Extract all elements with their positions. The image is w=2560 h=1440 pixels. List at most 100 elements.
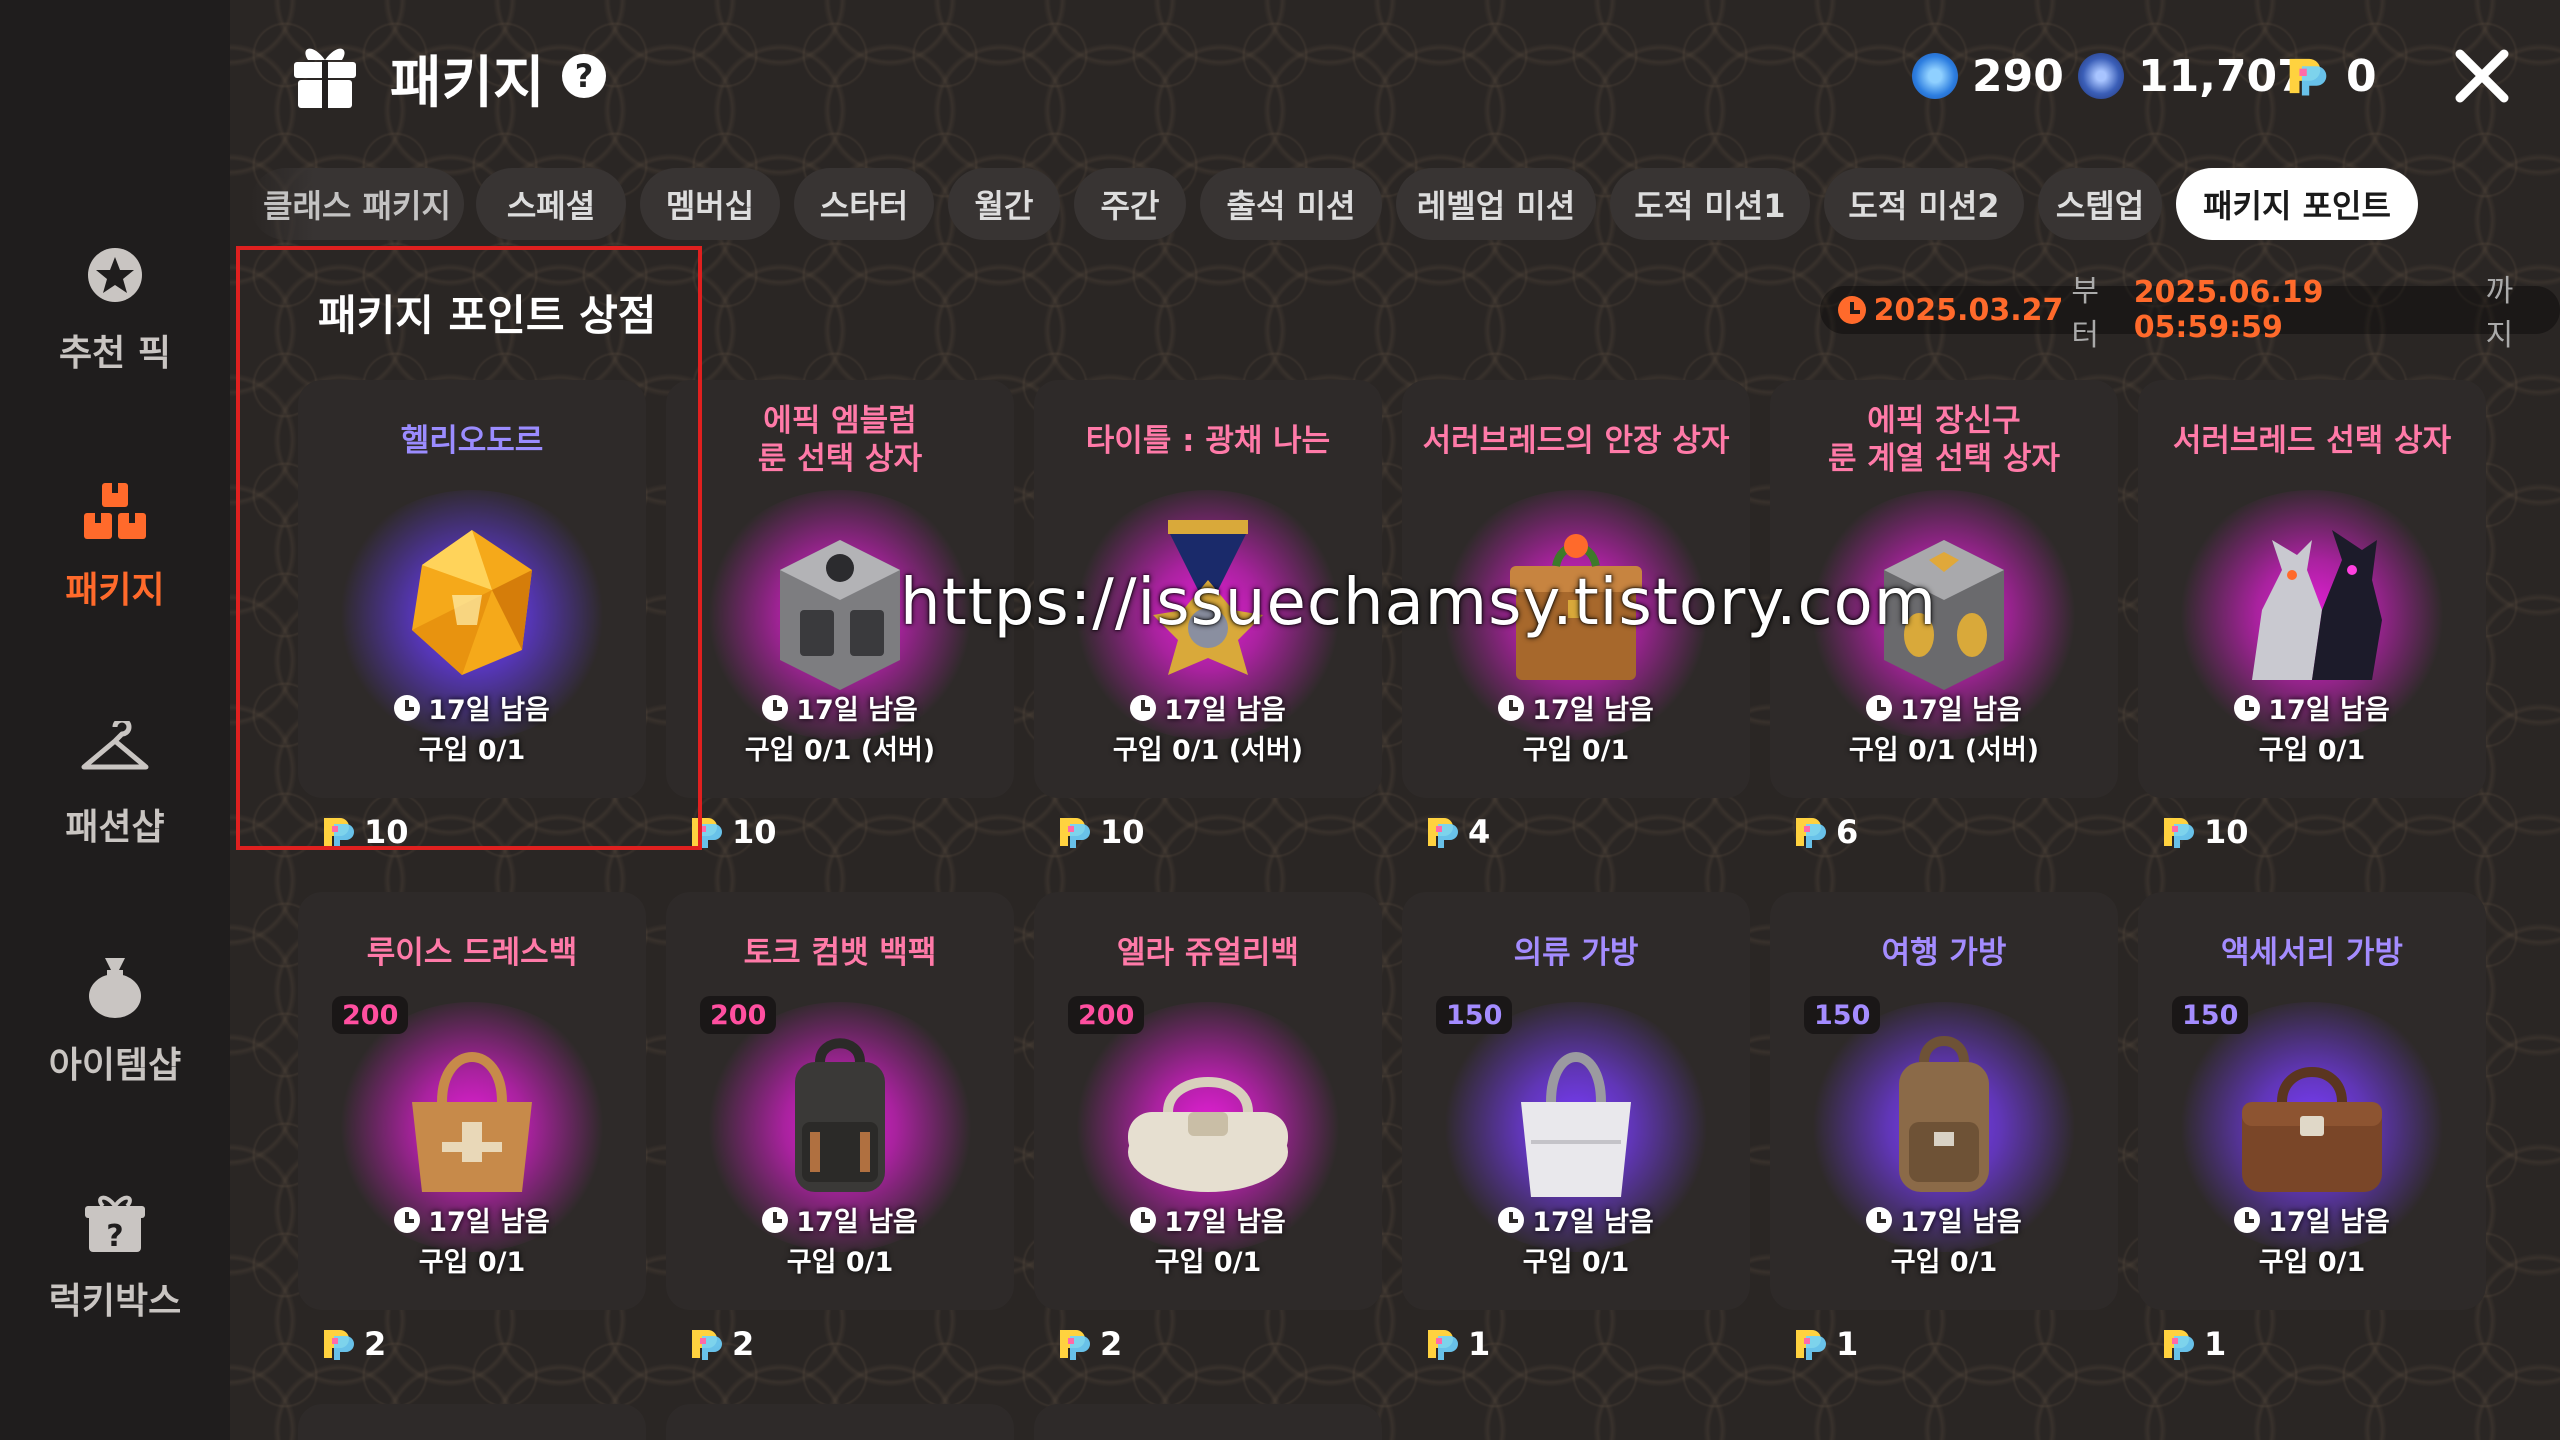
time-remaining-label: 17일 남음 xyxy=(1164,695,1286,726)
purchase-limit: 구입 0/1 xyxy=(1890,1247,1998,1278)
package-point-amount: 0 xyxy=(2346,50,2377,102)
price-value: 10 xyxy=(1100,813,1145,851)
page-title: 패키지 xyxy=(390,51,545,116)
product-card-partial[interactable] xyxy=(1034,1404,1382,1440)
price-value: 1 xyxy=(2204,1325,2227,1363)
product-card-partial[interactable] xyxy=(666,1404,1014,1440)
time-remaining: 17일 남음 xyxy=(1402,688,1750,727)
product-card-partial[interactable] xyxy=(298,1404,646,1440)
tab-thief-mission-1[interactable]: 도적 미션1 xyxy=(1610,168,1810,240)
product-name: 토크 컴뱃 백팩 xyxy=(743,935,937,971)
tab-stepup[interactable]: 스텝업 xyxy=(2038,168,2162,240)
sidebar-item-label: 아이템샵 xyxy=(48,1045,182,1086)
clock-icon xyxy=(1498,694,1525,721)
period-start: 2025.03.27 xyxy=(1873,292,2064,328)
product-price: 2 xyxy=(320,1324,386,1364)
sidebar-item-label: 럭키박스 xyxy=(48,1281,182,1322)
sidebar-item-label: 패션샵 xyxy=(65,807,165,848)
sidebar-item-lucky-box[interactable]: ? 럭키박스 xyxy=(0,1166,230,1346)
package-point-icon xyxy=(1056,814,1094,850)
time-remaining-label: 17일 남음 xyxy=(2268,695,2390,726)
bag-capacity-badge: 150 xyxy=(1436,996,1513,1034)
tab-monthly[interactable]: 월간 xyxy=(948,168,1060,240)
tab-class-package[interactable]: 클래스 패키지 xyxy=(250,168,464,240)
purchase-limit: 구입 0/1 (서버) xyxy=(744,735,936,766)
tab-starter[interactable]: 스타터 xyxy=(794,168,934,240)
clock-icon xyxy=(762,1206,789,1233)
tote-bag-icon xyxy=(1476,1012,1676,1212)
handbag-icon xyxy=(372,1012,572,1212)
product-card[interactable]: 루이스 드레스백 200 17일 남음 구입 0/1 xyxy=(298,892,646,1310)
time-remaining-label: 17일 남음 xyxy=(1532,1207,1654,1238)
price-value: 2 xyxy=(364,1325,387,1363)
tab-levelup-mission[interactable]: 레벨업 미션 xyxy=(1396,168,1596,240)
time-remaining: 17일 남음 xyxy=(1402,1200,1750,1239)
product-name: 엘라 쥬얼리백 xyxy=(1117,935,1299,971)
bag-capacity-badge: 200 xyxy=(332,996,409,1034)
package-point-icon xyxy=(688,1326,726,1362)
tab-special[interactable]: 스페셜 xyxy=(476,168,626,240)
product-price: 2 xyxy=(688,1324,754,1364)
purchase-limit: 구입 0/1 xyxy=(1522,735,1630,766)
product-price: 1 xyxy=(1792,1324,1858,1364)
purchase-limit: 구입 0/1 xyxy=(786,1247,894,1278)
package-point-icon xyxy=(1424,1326,1462,1362)
sidebar-item-package[interactable]: 패키지 xyxy=(0,455,230,635)
time-remaining: 17일 남음 xyxy=(1770,1200,2118,1239)
bag-capacity-badge: 200 xyxy=(1068,996,1145,1034)
time-remaining: 17일 남음 xyxy=(298,1200,646,1239)
gift-icon xyxy=(292,40,358,110)
sidebar-item-fashion-shop[interactable]: 패션샵 xyxy=(0,692,230,872)
tab-weekly[interactable]: 주간 xyxy=(1074,168,1186,240)
tab-package-point[interactable]: 패키지 포인트 xyxy=(2176,168,2418,240)
product-card[interactable]: 액세서리 가방 150 17일 남음 구입 0/1 xyxy=(2138,892,2486,1310)
backpack-icon xyxy=(740,1012,940,1212)
period-mid: 부터 xyxy=(2071,274,2099,353)
product-card[interactable]: 엘라 쥬얼리백 200 17일 남음 구입 0/1 xyxy=(1034,892,1382,1310)
sidebar-item-recommended[interactable]: 추천 픽 xyxy=(0,218,230,398)
product-price: 10 xyxy=(2160,812,2249,852)
tab-membership[interactable]: 멤버십 xyxy=(640,168,780,240)
package-boxes-icon xyxy=(80,477,150,547)
blue-gem-amount: 290 xyxy=(1972,50,2064,102)
help-button[interactable]: ? xyxy=(562,54,606,98)
price-value: 10 xyxy=(732,813,777,851)
time-remaining-label: 17일 남음 xyxy=(428,1207,550,1238)
price-value: 1 xyxy=(1468,1325,1491,1363)
package-point-icon xyxy=(2160,1326,2198,1362)
product-price: 4 xyxy=(1424,812,1490,852)
mystery-box-icon: ? xyxy=(80,1188,150,1258)
product-card[interactable]: 서러브레드 선택 상자 17일 남음구입 0/1 xyxy=(2138,380,2486,798)
price-value: 2 xyxy=(732,1325,755,1363)
sidebar: 추천 픽 패키지 패션샵 아이템샵 ? 럭키박스 xyxy=(0,0,230,1440)
price-value: 6 xyxy=(1836,813,1859,851)
purchase-limit: 구입 0/1 xyxy=(2258,735,2366,766)
product-card[interactable]: 여행 가방 150 17일 남음 구입 0/1 xyxy=(1770,892,2118,1310)
package-point-icon xyxy=(2284,54,2332,98)
close-button[interactable] xyxy=(2452,46,2512,106)
package-point-icon xyxy=(1424,814,1462,850)
product-card[interactable]: 토크 컴뱃 백팩 200 17일 남음 구입 0/1 xyxy=(666,892,1014,1310)
purchase-limit: 구입 0/1 (서버) xyxy=(1112,735,1304,766)
package-point-icon xyxy=(1792,1326,1830,1362)
time-remaining-label: 17일 남음 xyxy=(2268,1207,2390,1238)
tab-attendance-mission[interactable]: 출석 미션 xyxy=(1200,168,1382,240)
price-value: 2 xyxy=(1100,1325,1123,1363)
product-card[interactable]: 의류 가방 150 17일 남음 구입 0/1 xyxy=(1402,892,1750,1310)
sale-period: 2025.03.27 부터 2025.06.19 05:59:59 까지 xyxy=(1820,274,2560,353)
product-name: 타이틀 : 광채 나는 xyxy=(1085,423,1331,459)
watermark: https://issuechamsy.tistory.com xyxy=(900,566,1938,640)
product-name: 서러브레드 선택 상자 xyxy=(2172,423,2452,459)
purchase-limit: 구입 0/1 xyxy=(1522,1247,1630,1278)
tab-thief-mission-2[interactable]: 도적 미션2 xyxy=(1824,168,2024,240)
clock-icon xyxy=(1130,694,1157,721)
silver-coin-icon xyxy=(2078,53,2124,99)
time-remaining: 17일 남음 xyxy=(1034,1200,1382,1239)
product-price: 1 xyxy=(1424,1324,1490,1364)
product-price: 1 xyxy=(2160,1324,2226,1364)
sidebar-item-item-shop[interactable]: 아이템샵 xyxy=(0,930,230,1110)
product-name: 에픽 장신구 룬 계열 선택 상자 xyxy=(1827,403,2061,477)
time-remaining-label: 17일 남음 xyxy=(1532,695,1654,726)
sidebar-item-label: 패키지 xyxy=(65,570,165,611)
clock-icon xyxy=(1866,694,1893,721)
